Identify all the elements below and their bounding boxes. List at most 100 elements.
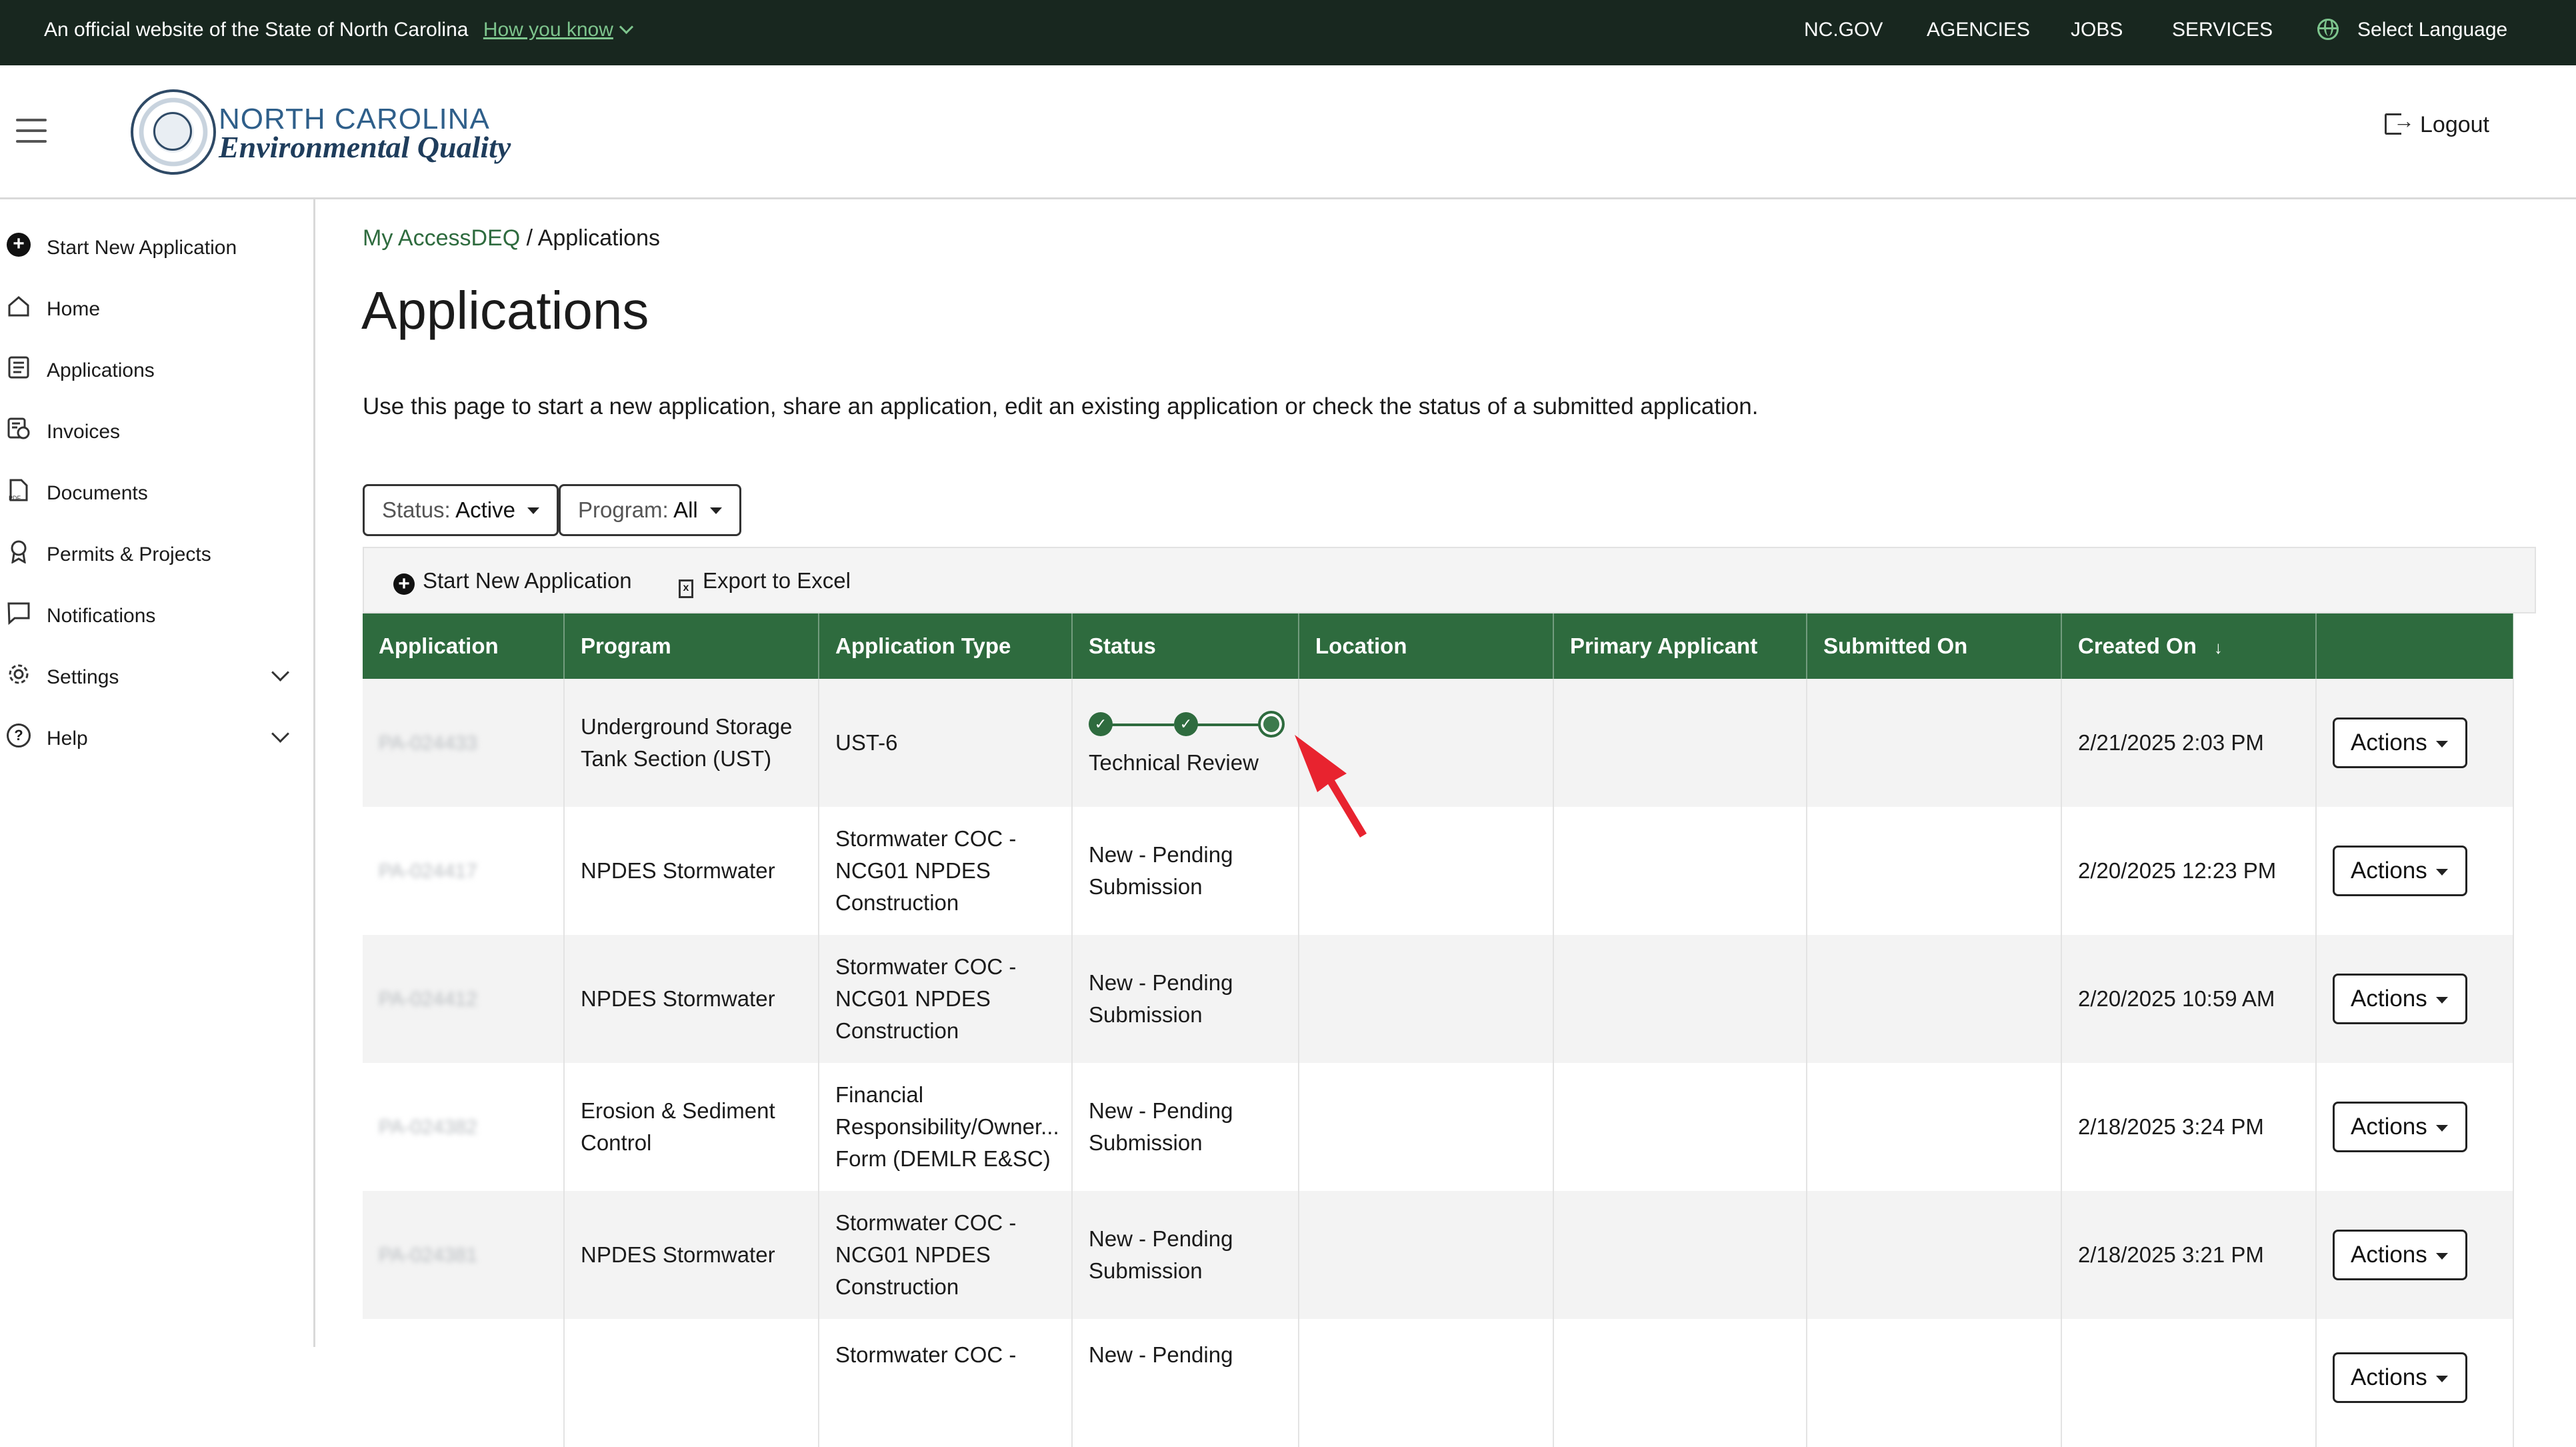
caret-down-icon [2436, 741, 2448, 748]
nav-link-ncgov[interactable]: NC.GOV [1804, 19, 1883, 41]
submitted-on-cell [1807, 1319, 2062, 1447]
table-row[interactable]: PA-024382 Erosion & Sediment Control Fin… [363, 1063, 2514, 1191]
program-filter-value: All [673, 497, 698, 522]
table-row[interactable]: PA-024381 NPDES Stormwater Stormwater CO… [363, 1191, 2514, 1319]
sidebar-item-documents[interactable]: PDF Documents [7, 469, 300, 509]
created-on-cell: 2/21/2025 2:03 PM [2061, 679, 2317, 807]
program-cell [564, 1319, 819, 1447]
sidebar-item-start-new-application[interactable]: + Start New Application [7, 223, 300, 263]
application-id[interactable]: PA-024433 [379, 732, 477, 754]
chevron-down-icon[interactable] [271, 663, 289, 681]
application-id[interactable]: PA-024382 [379, 1116, 477, 1138]
actions-dropdown-button[interactable]: Actions [2333, 1230, 2467, 1280]
status-filter-dropdown[interactable]: Status: Active [363, 484, 559, 536]
table-row[interactable]: Stormwater COC - New - Pending Actions [363, 1319, 2514, 1447]
actions-dropdown-button[interactable]: Actions [2333, 1352, 2467, 1403]
export-to-excel-button[interactable]: x Export to Excel [679, 568, 851, 598]
column-header-status[interactable]: Status [1072, 613, 1299, 679]
svg-text:PDF: PDF [9, 495, 21, 501]
application-id[interactable]: PA-024417 [379, 860, 477, 882]
caret-down-icon [2436, 997, 2448, 1004]
status-filter-label: Status: [382, 497, 451, 522]
status-cell: New - Pending Submission [1072, 935, 1299, 1063]
logout-label: Logout [2420, 112, 2489, 137]
column-header-application[interactable]: Application [363, 613, 565, 679]
table-row[interactable]: PA-024412 NPDES Stormwater Stormwater CO… [363, 935, 2514, 1063]
nav-link-jobs[interactable]: JOBS [2071, 19, 2123, 41]
step-complete-check-icon: ✓ [1174, 712, 1198, 736]
brand-name-line2[interactable]: Environmental Quality [219, 129, 511, 165]
start-new-application-button[interactable]: + Start New Application [393, 568, 632, 595]
program-filter-dropdown[interactable]: Program: All [559, 484, 741, 536]
export-to-excel-label: Export to Excel [703, 568, 851, 593]
sidebar-item-invoices[interactable]: Invoices [7, 407, 300, 447]
column-header-created-on[interactable]: Created On ↓ [2061, 613, 2317, 679]
application-type-cell: Stormwater COC - NCG01 NPDES Constructio… [819, 807, 1073, 935]
table-row[interactable]: PA-024417 NPDES Stormwater Stormwater CO… [363, 807, 2514, 935]
pdf-document-icon: PDF [9, 479, 28, 501]
primary-applicant-cell [1553, 807, 1807, 935]
actions-label: Actions [2351, 1364, 2427, 1390]
application-id[interactable]: PA-024381 [379, 1244, 477, 1266]
official-gov-banner: An official website of the State of Nort… [0, 0, 2576, 65]
step-current-icon [1258, 711, 1285, 738]
column-header-location[interactable]: Location [1299, 613, 1554, 679]
sidebar-item-label: Permits & Projects [47, 543, 211, 565]
column-header-primary-applicant[interactable]: Primary Applicant [1553, 613, 1807, 679]
program-filter-label: Program: [578, 497, 669, 522]
actions-dropdown-button[interactable]: Actions [2333, 1102, 2467, 1152]
column-header-program[interactable]: Program [564, 613, 819, 679]
nav-link-services[interactable]: SERVICES [2172, 19, 2273, 41]
caret-down-icon [527, 507, 539, 514]
nav-link-agencies[interactable]: AGENCIES [1927, 19, 2030, 41]
sidebar-item-label: Invoices [47, 421, 121, 443]
page-title: Applications [361, 281, 649, 340]
application-type-cell: Stormwater COC - [819, 1319, 1073, 1447]
nc-state-seal-logo[interactable] [131, 89, 216, 175]
submitted-on-cell [1807, 1063, 2062, 1191]
hamburger-menu-icon[interactable] [16, 119, 47, 143]
column-header-actions [2316, 613, 2514, 679]
sidebar-item-applications[interactable]: Applications [7, 346, 300, 386]
status-cell: New - Pending Submission [1072, 807, 1299, 935]
column-header-submitted-on[interactable]: Submitted On [1807, 613, 2062, 679]
location-cell [1299, 1319, 1554, 1447]
application-type-cell: Financial Responsibility/Owner... Form (… [819, 1063, 1073, 1191]
table-row[interactable]: PA-024433 Underground Storage Tank Secti… [363, 679, 2514, 807]
primary-applicant-cell [1553, 679, 1807, 807]
location-cell [1299, 935, 1554, 1063]
column-header-application-type[interactable]: Application Type [819, 613, 1073, 679]
status-cell: New - Pending Submission [1072, 1063, 1299, 1191]
sidebar-item-permits-projects[interactable]: Permits & Projects [7, 530, 300, 570]
actions-label: Actions [2351, 986, 2427, 1012]
step-complete-check-icon: ✓ [1089, 712, 1113, 736]
sidebar-item-help[interactable]: ? Help [7, 714, 300, 754]
sidebar-item-label: Notifications [47, 605, 156, 627]
sidebar-item-label: Applications [47, 359, 155, 381]
actions-dropdown-button[interactable]: Actions [2333, 846, 2467, 896]
logout-button[interactable]: Logout [2385, 109, 2489, 138]
actions-dropdown-button[interactable]: Actions [2333, 717, 2467, 768]
actions-dropdown-button[interactable]: Actions [2333, 974, 2467, 1024]
sidebar-item-settings[interactable]: Settings [7, 653, 300, 693]
sort-descending-icon[interactable]: ↓ [2214, 637, 2223, 657]
breadcrumb-link-my-accessdeq[interactable]: My AccessDEQ [363, 225, 520, 251]
actions-label: Actions [2351, 858, 2427, 884]
official-site-text: An official website of the State of Nort… [44, 19, 469, 41]
stepper-connector [1102, 724, 1174, 726]
start-new-application-label: Start New Application [423, 568, 632, 593]
application-type-cell: UST-6 [819, 679, 1073, 807]
program-cell: Underground Storage Tank Section (UST) [564, 679, 819, 807]
annotation-arrow-icon [1295, 735, 1367, 838]
sidebar-item-home[interactable]: Home [7, 285, 300, 325]
sidebar-item-notifications[interactable]: Notifications [7, 591, 300, 631]
official-site-notice: An official website of the State of Nort… [44, 19, 634, 41]
created-on-label: Created On [2078, 633, 2197, 658]
how-you-know-link[interactable]: How you know [483, 19, 634, 41]
chevron-down-icon[interactable] [271, 725, 289, 743]
sidebar-item-label: Start New Application [47, 237, 237, 259]
select-language-button[interactable]: Select Language [2317, 19, 2507, 41]
invoice-icon [7, 417, 30, 439]
sidebar-item-label: Help [47, 728, 88, 750]
application-id[interactable]: PA-024412 [379, 988, 477, 1010]
